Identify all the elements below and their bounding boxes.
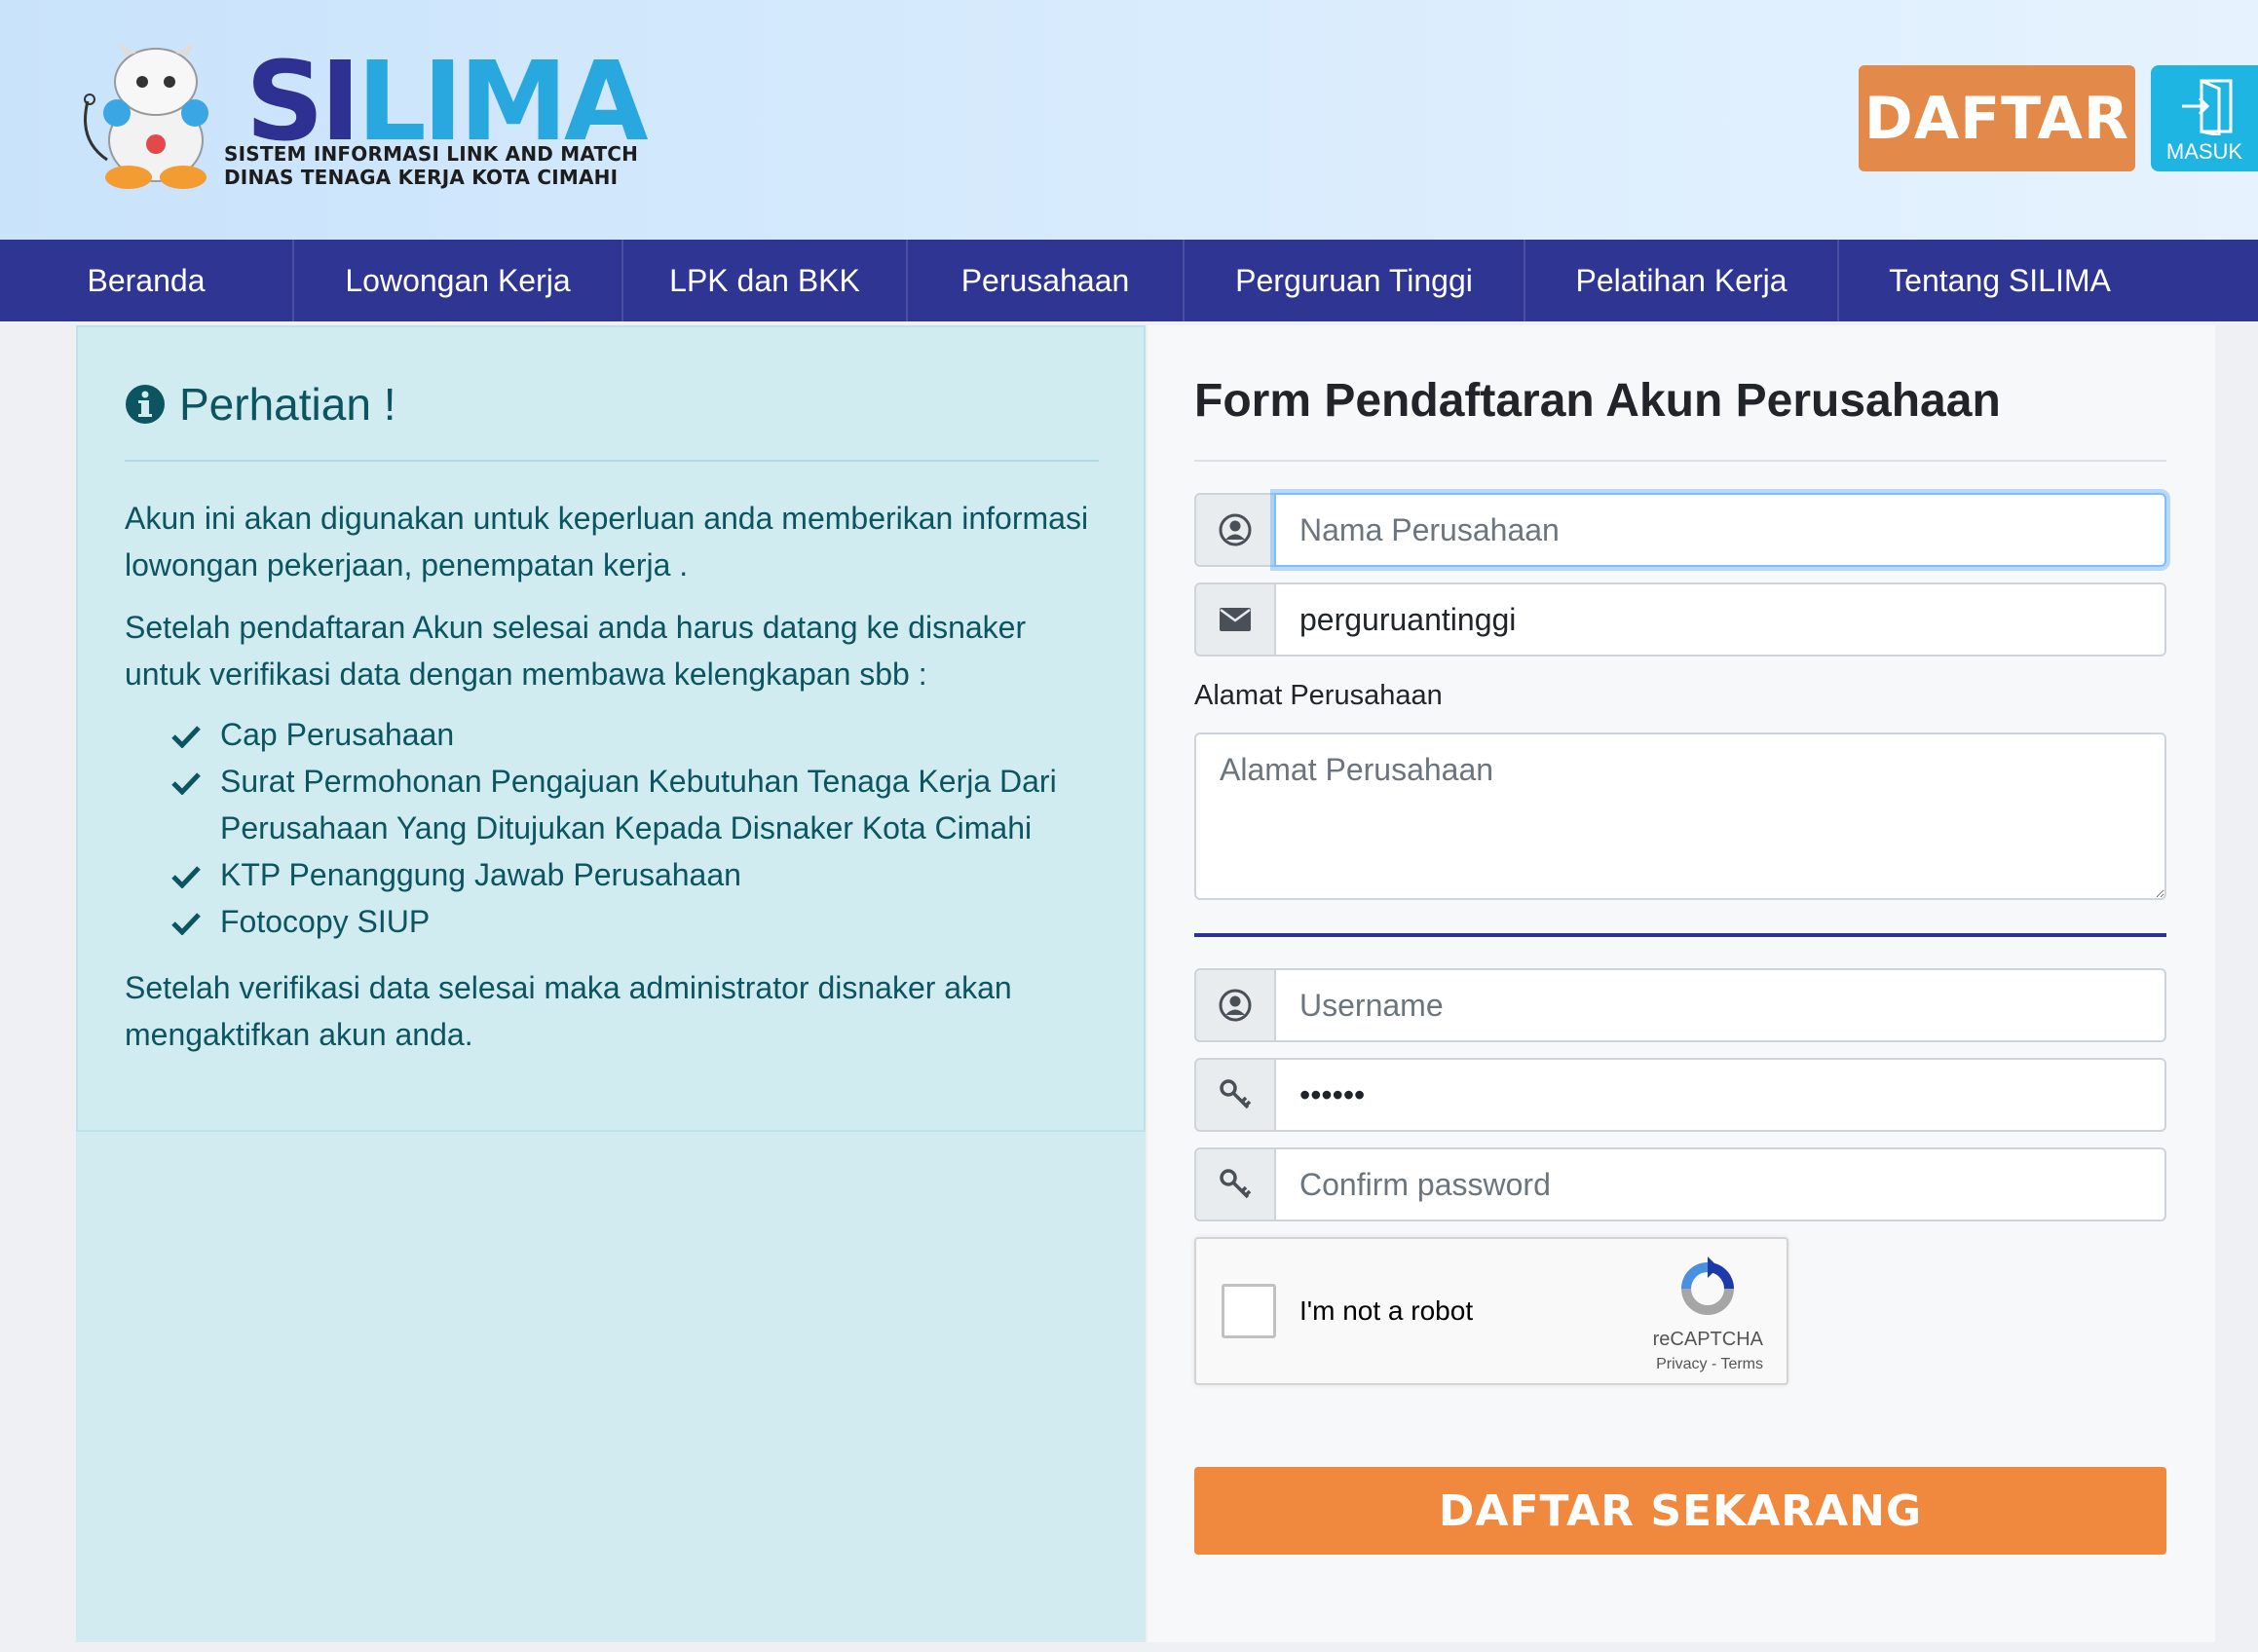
form-divider (1194, 460, 2166, 462)
info-circle-icon (126, 385, 165, 424)
check-icon (171, 726, 201, 748)
company-name-addon (1194, 493, 1274, 567)
username-input[interactable] (1274, 968, 2166, 1042)
notice-title: Perhatian ! (125, 378, 395, 431)
password-input[interactable] (1274, 1058, 2166, 1132)
user-circle-icon (1219, 513, 1252, 546)
email-input[interactable] (1274, 582, 2166, 657)
registration-form-panel: Form Pendaftaran Akun Perusahaan Alamat … (1148, 325, 2215, 1642)
recaptcha-privacy-terms-link[interactable]: Privacy - Terms (1656, 1356, 1763, 1373)
requirement-item: Fotocopy SIUP (171, 898, 1107, 945)
check-icon (171, 772, 201, 795)
requirement-text: Surat Permohonan Pengajuan Kebutuhan Ten… (220, 764, 1057, 845)
requirement-text: KTP Penanggung Jawab Perusahaan (220, 857, 741, 892)
recaptcha-brand: reCAPTCHA (1652, 1329, 1763, 1350)
check-icon (171, 913, 201, 935)
masuk-button[interactable]: MASUK (2151, 65, 2258, 171)
requirements-list: Cap Perusahaan Surat Permohonan Pengajua… (171, 711, 1107, 945)
mascot-icon (84, 43, 208, 189)
password-group (1194, 1058, 2166, 1132)
nav-item-tentang-silima[interactable]: Tentang SILIMA (1839, 240, 2161, 321)
login-door-icon (2182, 79, 2233, 135)
confirm-password-input[interactable] (1274, 1147, 2166, 1221)
requirement-item: Surat Permohonan Pengajuan Kebutuhan Ten… (171, 758, 1107, 851)
requirement-item: Cap Perusahaan (171, 711, 1107, 758)
address-label: Alamat Perusahaan (1194, 680, 1443, 711)
recaptcha-widget: I'm not a robot reCAPTCHA Privacy - Term… (1194, 1237, 1788, 1385)
daftar-sekarang-button[interactable]: DAFTAR SEKARANG (1194, 1467, 2166, 1555)
notice-paragraph-2: Setelah pendaftaran Akun selesai anda ha… (125, 610, 1027, 692)
key-icon (1220, 1169, 1252, 1199)
notice-panel: Perhatian ! Akun ini akan digunakan untu… (76, 325, 1146, 1642)
notice-divider (125, 460, 1099, 462)
username-group (1194, 968, 2166, 1042)
requirement-text: Fotocopy SIUP (220, 904, 431, 939)
recaptcha-label: I'm not a robot (1299, 1295, 1474, 1326)
form-title: Form Pendaftaran Akun Perusahaan (1194, 375, 2001, 427)
notice-paragraph-1: Akun ini akan digunakan untuk keperluan … (125, 501, 1089, 582)
confirm-password-group (1194, 1147, 2166, 1221)
logo-title: SILIMA (245, 48, 649, 157)
password-addon (1194, 1058, 1274, 1132)
silima-logo[interactable]: SILIMA SISTEM INFORMASI LINK AND MATCH D… (78, 43, 649, 189)
nav-item-beranda[interactable]: Beranda (0, 240, 294, 321)
nav-item-pelatihan-kerja[interactable]: Pelatihan Kerja (1525, 240, 1839, 321)
nav-item-perusahaan[interactable]: Perusahaan (908, 240, 1185, 321)
username-addon (1194, 968, 1274, 1042)
key-icon (1220, 1079, 1252, 1109)
notice-title-text: Perhatian ! (179, 379, 396, 430)
site-header: SILIMA SISTEM INFORMASI LINK AND MATCH D… (0, 0, 2258, 240)
recaptcha-logo-icon (1681, 1257, 1734, 1315)
requirement-text: Cap Perusahaan (220, 717, 455, 752)
main-nav: Beranda Lowongan Kerja LPK dan BKK Perus… (0, 240, 2258, 321)
nav-item-lowongan-kerja[interactable]: Lowongan Kerja (294, 240, 623, 321)
masuk-label: MASUK (2165, 139, 2243, 164)
logo-subtitle-1: SISTEM INFORMASI LINK AND MATCH (224, 142, 639, 166)
notice-paragraph-3: Setelah verifikasi data selesai maka adm… (125, 970, 1012, 1052)
daftar-button[interactable]: DAFTAR (1859, 65, 2135, 171)
company-name-group (1194, 493, 2166, 567)
nav-item-perguruan-tinggi[interactable]: Perguruan Tinggi (1185, 240, 1525, 321)
company-name-input[interactable] (1274, 493, 2166, 567)
check-icon (171, 866, 201, 888)
confirm-password-addon (1194, 1147, 1274, 1221)
section-divider (1194, 933, 2166, 937)
notice-alert: Perhatian ! Akun ini akan digunakan untu… (76, 325, 1146, 1132)
email-addon (1194, 582, 1274, 657)
address-textarea[interactable] (1194, 732, 2166, 900)
nav-item-lpk-bkk[interactable]: LPK dan BKK (623, 240, 908, 321)
recaptcha-checkbox[interactable] (1222, 1284, 1276, 1338)
email-group (1194, 582, 2166, 657)
requirement-item: KTP Penanggung Jawab Perusahaan (171, 851, 1107, 898)
user-circle-icon (1219, 989, 1252, 1022)
envelope-icon (1220, 608, 1251, 631)
logo-subtitle-2: DINAS TENAGA KERJA KOTA CIMAHI (224, 166, 619, 189)
